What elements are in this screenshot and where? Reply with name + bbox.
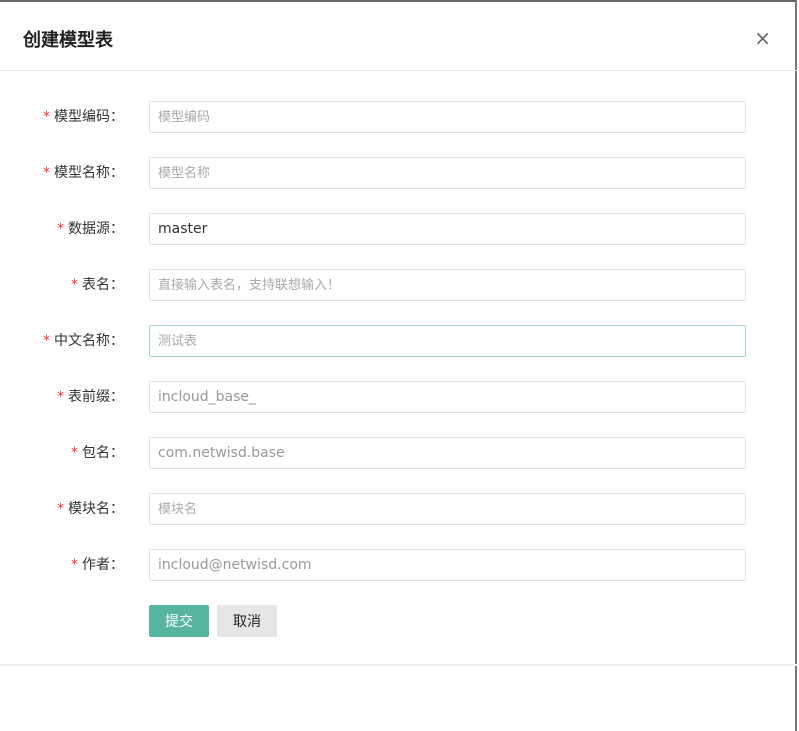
required-mark: *	[71, 445, 78, 461]
field-package-name: * 包名：	[0, 437, 797, 469]
label-text: 作者：	[82, 557, 124, 573]
field-label: * 模型名称：	[43, 157, 124, 189]
field-model-name: * 模型名称：	[0, 157, 797, 189]
cancel-button[interactable]: 取消	[217, 605, 277, 637]
field-chinese-name: * 中文名称：	[0, 325, 797, 357]
field-label: * 包名：	[71, 437, 124, 469]
field-model-code: * 模型编码：	[0, 101, 797, 133]
field-label: * 作者：	[71, 549, 124, 581]
footer-divider	[0, 664, 797, 666]
field-table-name: * 表名：	[0, 269, 797, 301]
required-mark: *	[71, 277, 78, 293]
field-label: * 表前缀：	[57, 381, 124, 413]
field-module-name: * 模块名：	[0, 493, 797, 525]
submit-button[interactable]: 提交	[149, 605, 209, 637]
required-mark: *	[43, 165, 50, 181]
label-text: 表前缀：	[68, 389, 124, 405]
datasource-input[interactable]	[149, 213, 746, 245]
required-mark: *	[43, 333, 50, 349]
label-text: 模块名：	[68, 501, 124, 517]
label-text: 模型编码：	[54, 109, 124, 125]
label-text: 模型名称：	[54, 165, 124, 181]
label-text: 包名：	[82, 445, 124, 461]
dialog-title: 创建模型表	[23, 30, 113, 51]
required-mark: *	[57, 501, 64, 517]
label-text: 数据源：	[68, 221, 124, 237]
module-name-input[interactable]	[149, 493, 746, 525]
table-name-input[interactable]	[149, 269, 746, 301]
table-prefix-input[interactable]	[149, 381, 746, 413]
dialog: 创建模型表 × *模型编码： *模型名称： *数据源： *表名： *中文名称： …	[0, 0, 797, 731]
label-text: 中文名称：	[54, 333, 124, 349]
package-name-input[interactable]	[149, 437, 746, 469]
field-label: * 数据源：	[57, 213, 124, 245]
field-label: * 表名：	[71, 269, 124, 301]
field-author: * 作者：	[0, 549, 797, 581]
author-input[interactable]	[149, 549, 746, 581]
model-name-input[interactable]	[149, 157, 746, 189]
required-mark: *	[43, 109, 50, 125]
label-text: 表名：	[82, 277, 124, 293]
field-label: * 中文名称：	[43, 325, 124, 357]
dialog-header: 创建模型表 ×	[0, 4, 797, 71]
close-icon[interactable]: ×	[754, 26, 771, 50]
required-mark: *	[57, 389, 64, 405]
required-mark: *	[71, 557, 78, 573]
required-mark: *	[57, 221, 64, 237]
field-label: * 模型编码：	[43, 101, 124, 133]
field-label: * 模块名：	[57, 493, 124, 525]
field-datasource: * 数据源：	[0, 213, 797, 245]
field-table-prefix: * 表前缀：	[0, 381, 797, 413]
model-code-input[interactable]	[149, 101, 746, 133]
chinese-name-input[interactable]	[149, 325, 746, 357]
